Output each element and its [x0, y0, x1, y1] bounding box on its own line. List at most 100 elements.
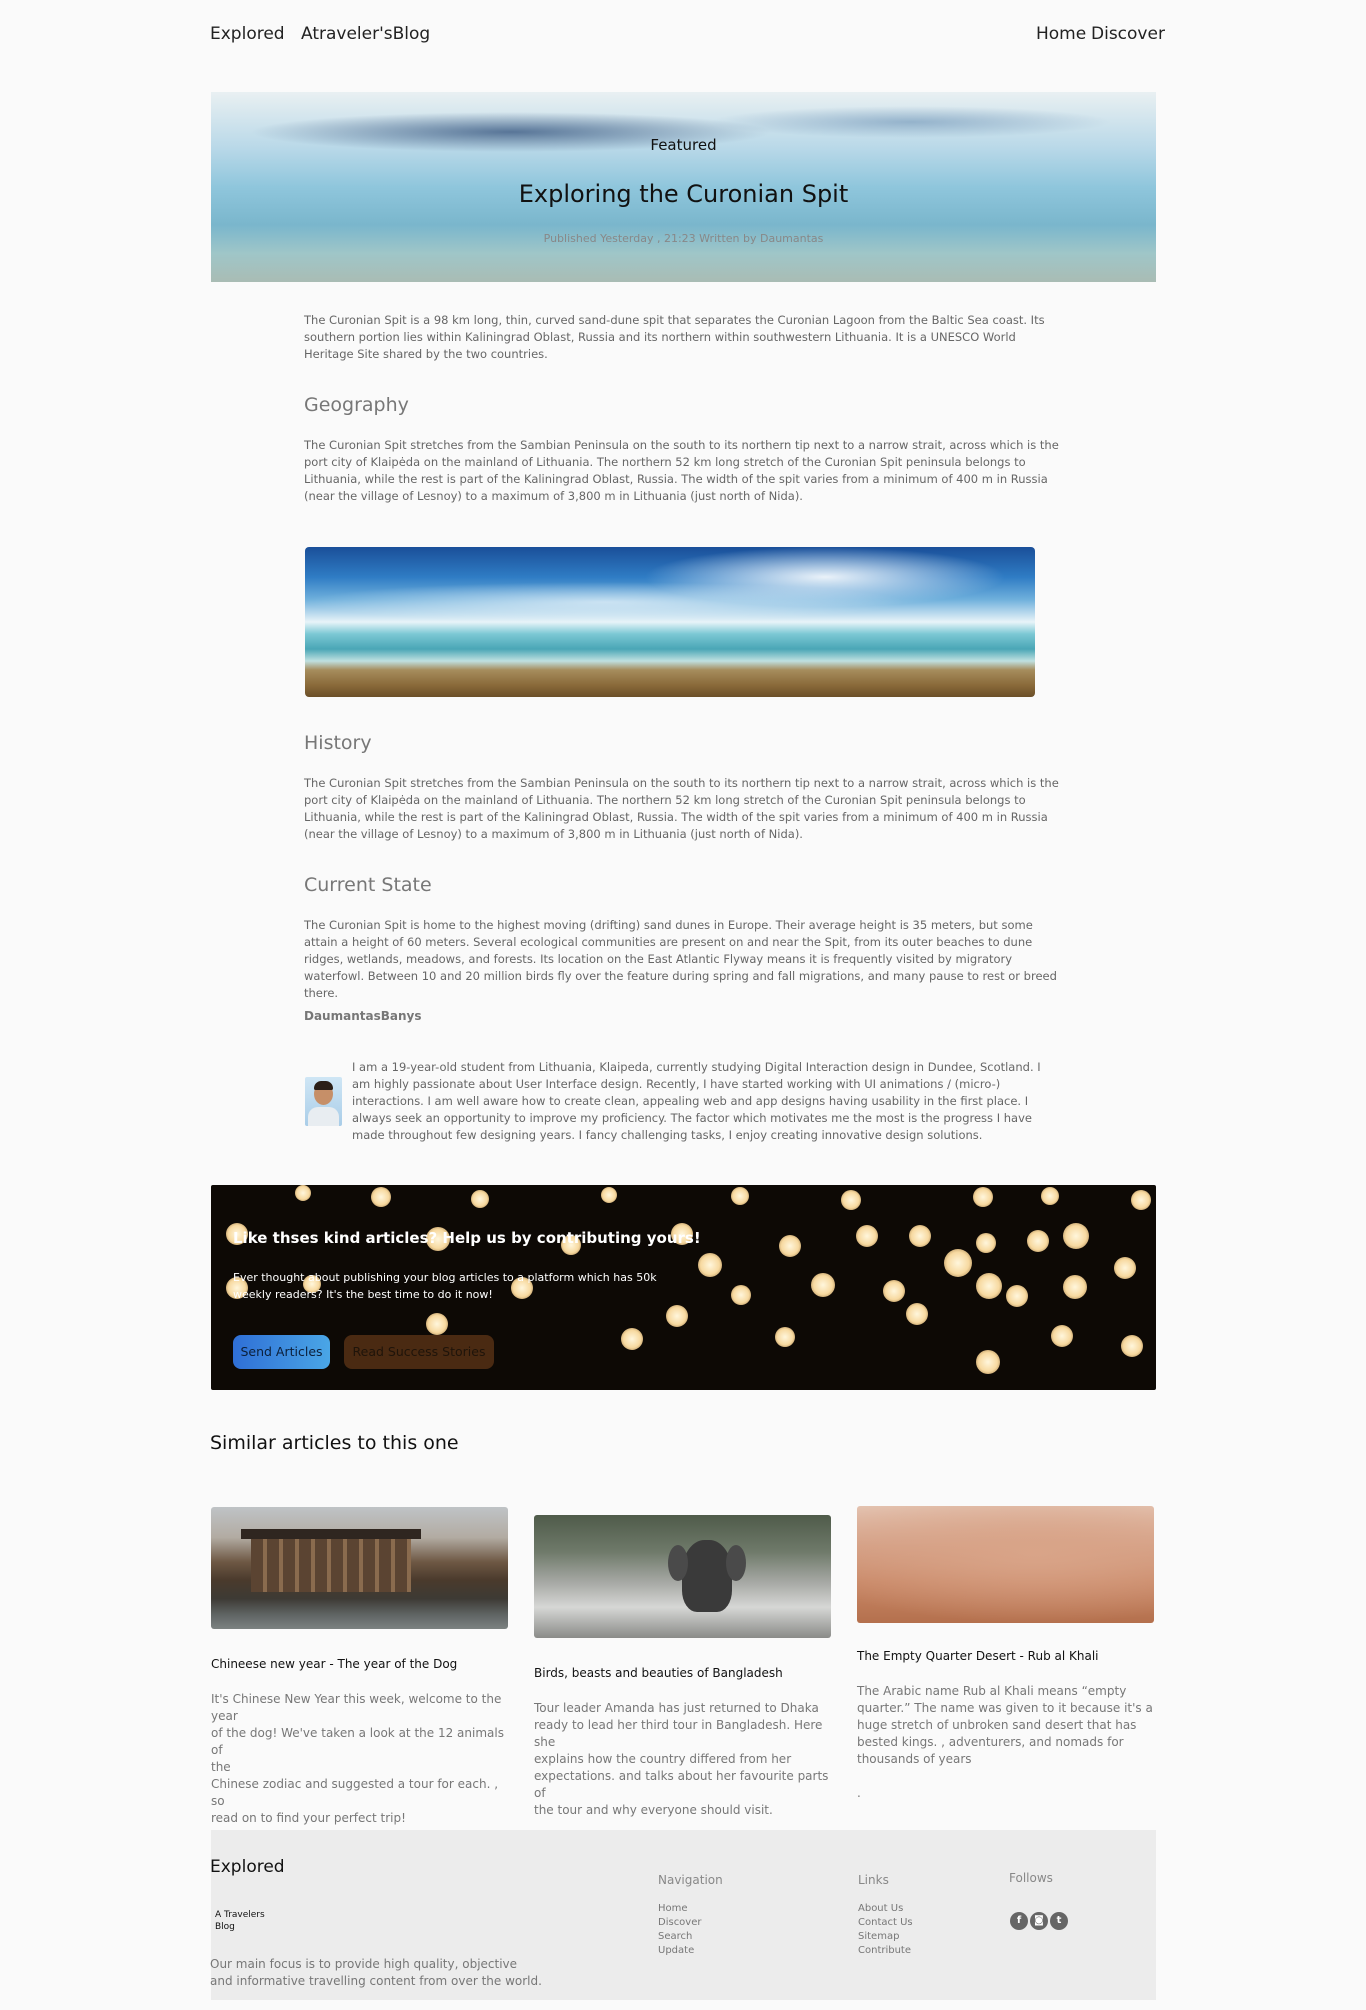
cta-title: Like thses kind articles? Help us by con…: [233, 1229, 701, 1247]
hero-title: Exploring the Curonian Spit: [518, 180, 849, 208]
article-card[interactable]: Birds, beasts and beauties of Bangladesh…: [534, 1515, 831, 1817]
author-name: DaumantasBanys: [304, 1009, 422, 1023]
footer-links-title: Links: [858, 1873, 889, 1887]
desert-dunes-image: [857, 1506, 1154, 1623]
bokeh-light: [731, 1187, 749, 1205]
footer-nav-discover[interactable]: Discover: [658, 1916, 702, 1930]
bokeh-light: [1114, 1257, 1136, 1279]
card-text-line: read on to find your perfect trip!: [211, 1811, 406, 1825]
bokeh-light: [426, 1313, 448, 1335]
bokeh-light: [1121, 1335, 1143, 1357]
bokeh-light: [976, 1350, 1000, 1374]
footer-nav-search[interactable]: Search: [658, 1930, 702, 1944]
card-text-line: .: [857, 1786, 861, 1800]
cta-text: Ever thought about publishing your blog …: [233, 1271, 657, 1301]
twitter-icon[interactable]: t: [1050, 1912, 1068, 1930]
hero-meta: Published Yesterday , 21:23 Written by D…: [543, 232, 824, 245]
card-text-line: ready to lead her third tour in Banglade…: [534, 1718, 823, 1749]
card-text-line: expectations. and talks about her favour…: [534, 1769, 829, 1800]
article-card[interactable]: The Empty Quarter Desert - Rub al Khali …: [857, 1506, 1154, 1800]
bokeh-light: [1063, 1223, 1089, 1249]
article-card[interactable]: Chineese new year - The year of the Dog …: [211, 1507, 508, 1825]
bokeh-light: [295, 1185, 311, 1201]
instagram-icon[interactable]: ◙: [1030, 1912, 1048, 1930]
card-text-line: explains how the country differed from h…: [534, 1752, 792, 1766]
bokeh-light: [973, 1187, 993, 1207]
bokeh-light: [1027, 1230, 1049, 1252]
card-text-line: It's Chinese New Year this week, welcome…: [211, 1692, 502, 1723]
card-text-line: quarter.” The name was given to it becau…: [857, 1701, 1153, 1715]
card-text-line: thousands of years: [857, 1752, 972, 1766]
bokeh-light: [471, 1190, 489, 1208]
nav-discover-link[interactable]: Discover: [1091, 24, 1165, 44]
section-text-history: The Curonian Spit stretches from the Sam…: [304, 776, 1059, 841]
footer-link-contact[interactable]: Contact Us: [858, 1916, 913, 1930]
bokeh-light: [1041, 1187, 1059, 1205]
card-title: The Empty Quarter Desert - Rub al Khali: [857, 1649, 1099, 1663]
bokeh-light: [731, 1285, 751, 1305]
section-heading-current-state: Current State: [304, 874, 432, 896]
article-intro: The Curonian Spit is a 98 km long, thin,…: [304, 313, 1045, 361]
footer-navigation-title: Navigation: [658, 1873, 723, 1887]
bokeh-light: [1131, 1190, 1151, 1210]
bokeh-light: [1051, 1325, 1073, 1347]
read-success-stories-button[interactable]: Read Success Stories: [344, 1335, 494, 1369]
section-text-geography: The Curonian Spit stretches from the Sam…: [304, 438, 1059, 503]
bokeh-light: [698, 1253, 722, 1277]
bokeh-light: [1006, 1285, 1028, 1307]
hero-banner: Featured Exploring the Curonian Spit Pub…: [211, 92, 1156, 282]
elephant-image: [534, 1515, 831, 1638]
section-heading-geography: Geography: [304, 394, 409, 416]
nav-home-link[interactable]: Home: [1036, 24, 1086, 44]
footer-tagline-line: Blog: [215, 1922, 235, 1932]
bokeh-light: [601, 1187, 617, 1203]
card-text-line: the tour and why everyone should visit.: [534, 1803, 773, 1817]
footer-link-contribute[interactable]: Contribute: [858, 1944, 913, 1958]
card-excerpt: The Arabic name Rub al Khali means “empt…: [857, 1683, 1157, 1802]
footer-tagline-line: A Travelers: [215, 1910, 265, 1920]
bokeh-light: [976, 1273, 1002, 1299]
blog-name[interactable]: Atraveler'sBlog: [301, 24, 430, 44]
card-text-line: [857, 1768, 1157, 1785]
similar-articles-title: Similar articles to this one: [210, 1432, 459, 1454]
card-title: Chineese new year - The year of the Dog: [211, 1657, 458, 1671]
bokeh-light: [1063, 1275, 1087, 1299]
footer-description-line: Our main focus is to provide high qualit…: [210, 1957, 518, 1971]
bokeh-light: [883, 1280, 905, 1302]
card-excerpt: Tour leader Amanda has just returned to …: [534, 1700, 834, 1819]
brand-logo[interactable]: Explored: [210, 24, 285, 44]
chinese-village-image: [211, 1507, 508, 1629]
sea-beach-image: [305, 547, 1035, 697]
card-text-line: the: [211, 1760, 231, 1774]
footer-link-about[interactable]: About Us: [858, 1902, 913, 1916]
bokeh-light: [906, 1303, 928, 1325]
footer-nav-home[interactable]: Home: [658, 1902, 702, 1916]
footer-links-list: About Us Contact Us Sitemap Contribute: [858, 1902, 913, 1958]
card-text-line: huge stretch of unbroken sand desert tha…: [857, 1718, 1137, 1732]
card-excerpt: It's Chinese New Year this week, welcome…: [211, 1691, 511, 1827]
bokeh-light: [779, 1235, 801, 1257]
footer-navigation-list: Home Discover Search Update: [658, 1902, 702, 1958]
footer-nav-update[interactable]: Update: [658, 1944, 702, 1958]
footer-link-sitemap[interactable]: Sitemap: [858, 1930, 913, 1944]
bokeh-light: [666, 1305, 688, 1327]
bokeh-light: [621, 1328, 643, 1350]
footer-description-line: and informative travelling content from …: [210, 1974, 542, 1988]
footer-brand: Explored: [210, 1857, 285, 1877]
bokeh-light: [775, 1327, 795, 1347]
bokeh-light: [811, 1273, 835, 1297]
contribute-banner: Like thses kind articles? Help us by con…: [211, 1185, 1156, 1390]
facebook-icon[interactable]: f: [1010, 1912, 1028, 1930]
author-bio: I am a 19-year-old student from Lithuani…: [352, 1060, 1041, 1142]
footer-description: Our main focus is to provide high qualit…: [210, 1956, 542, 1990]
card-title: Birds, beasts and beauties of Bangladesh: [534, 1666, 783, 1680]
send-articles-button[interactable]: Send Articles: [233, 1335, 330, 1369]
section-text-current-state: The Curonian Spit is home to the highest…: [304, 918, 1057, 1000]
card-text-line: of the dog! We've taken a look at the 12…: [211, 1726, 504, 1757]
bokeh-light: [909, 1225, 931, 1247]
bokeh-light: [976, 1233, 996, 1253]
footer-tagline: A Travelers Blog: [215, 1909, 265, 1933]
card-text-line: bested kings. , adventurers, and nomads …: [857, 1735, 1124, 1749]
bokeh-light: [944, 1249, 972, 1277]
hero-featured-label: Featured: [650, 136, 717, 154]
